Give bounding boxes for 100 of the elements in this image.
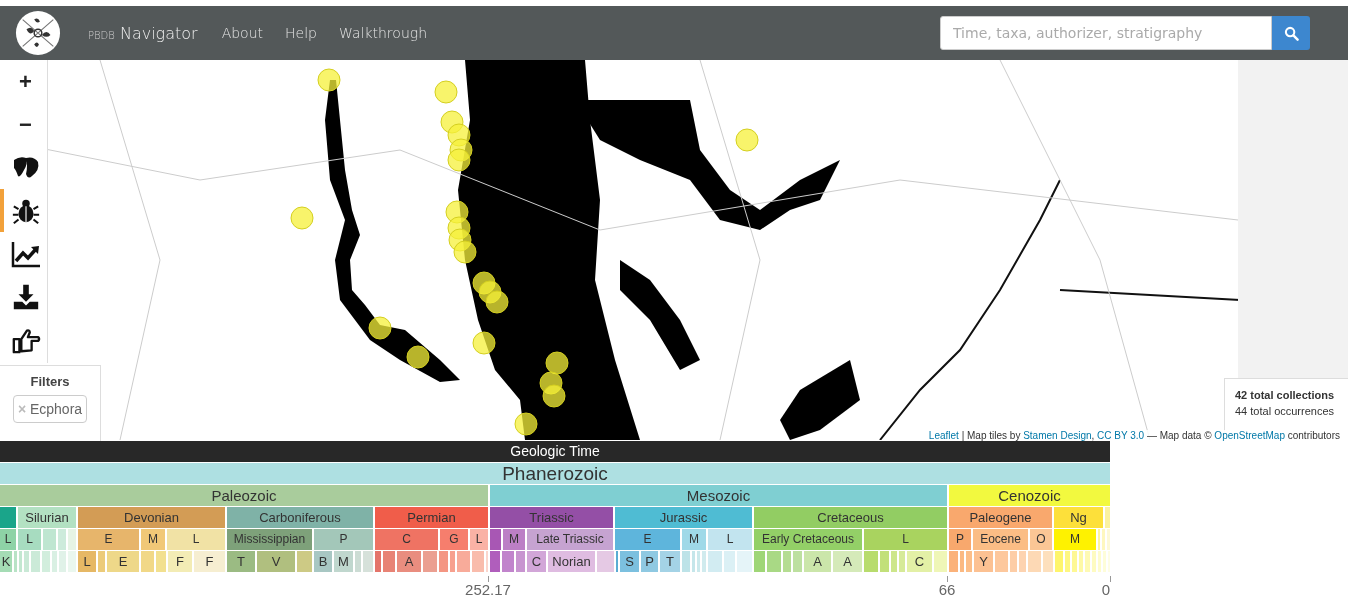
time-interval[interactable]: A [833,551,862,572]
time-interval[interactable]: Silurian [18,507,76,528]
time-interval[interactable]: F [194,551,225,572]
time-interval[interactable]: Early Cretaceous [754,529,862,550]
time-interval[interactable] [708,551,722,572]
filter-chip[interactable]: × Ecphora [12,395,88,423]
time-interval[interactable] [682,551,690,572]
collection-marker[interactable] [514,412,538,436]
time-interval[interactable] [1043,551,1053,572]
time-interval[interactable] [737,551,752,572]
time-interval[interactable] [864,551,878,572]
collection-marker[interactable] [434,80,458,104]
time-interval[interactable] [1019,551,1026,572]
time-interval[interactable] [949,551,958,572]
time-interval[interactable] [472,551,484,572]
time-interval[interactable]: Mississippian [227,529,312,550]
time-interval[interactable]: G [440,529,468,550]
time-interval[interactable]: Ng [1054,507,1103,528]
time-interval[interactable] [59,551,66,572]
time-interval[interactable]: L [470,529,488,550]
time-interval[interactable]: Devonian [78,507,225,528]
time-interval[interactable]: Paleogene [949,507,1052,528]
time-interval[interactable]: T [660,551,680,572]
time-interval[interactable]: E [78,529,139,550]
collection-marker[interactable] [485,290,509,314]
time-interval[interactable] [1103,551,1106,572]
time-interval[interactable]: M [334,551,353,572]
time-interval[interactable] [502,551,514,572]
nav-link[interactable]: About [221,25,264,41]
time-interval[interactable]: P [641,551,658,572]
time-interval[interactable]: S [620,551,639,572]
time-interval[interactable] [43,529,56,550]
time-interval[interactable]: A [397,551,421,572]
time-interval[interactable]: T [227,551,255,572]
time-interval[interactable]: V [257,551,295,572]
time-interval[interactable]: Cretaceous [754,507,947,528]
time-interval[interactable]: L [78,551,96,572]
time-interval[interactable] [1028,551,1041,572]
time-interval[interactable]: B [314,551,332,572]
collection-marker[interactable] [453,240,477,264]
time-interval[interactable]: M [1054,529,1096,550]
time-interval[interactable]: L [864,529,947,550]
time-interval[interactable] [1010,551,1017,572]
time-interval[interactable] [724,551,735,572]
collection-marker[interactable] [545,351,569,375]
time-interval[interactable]: Carboniferous [227,507,373,528]
search-button[interactable] [1272,16,1310,50]
time-interval[interactable]: M [682,529,706,550]
time-interval[interactable] [355,551,361,572]
time-interval[interactable] [439,551,448,572]
time-interval[interactable] [793,551,802,572]
time-interval[interactable] [702,551,706,572]
collection-marker[interactable] [447,148,471,172]
time-interval[interactable] [516,551,525,572]
time-interval[interactable] [42,551,50,572]
attribution-link[interactable]: OpenStreetMap [1214,430,1285,441]
time-interval[interactable]: L [708,529,752,550]
time-interval[interactable] [490,551,500,572]
time-interval[interactable] [880,551,889,572]
time-interval[interactable] [375,551,381,572]
collection-marker[interactable] [406,345,430,369]
collection-marker[interactable] [317,68,341,92]
time-interval[interactable]: E [107,551,139,572]
time-interval[interactable] [1098,551,1101,572]
time-interval[interactable] [1105,507,1110,528]
search-field[interactable]: Time, taxa, authorizer, stratigraphy [940,16,1272,50]
time-interval[interactable] [1102,529,1105,550]
time-interval[interactable] [19,551,22,572]
time-interval[interactable]: L [0,529,16,550]
time-interval[interactable]: L [167,529,225,550]
time-interval[interactable] [52,551,57,572]
time-interval[interactable] [457,551,470,572]
time-interval[interactable]: C [907,551,932,572]
time-interval[interactable] [98,551,105,572]
time-interval[interactable]: F [168,551,192,572]
time-interval[interactable] [783,551,791,572]
time-interval[interactable] [995,551,1008,572]
time-interval[interactable] [68,529,76,550]
time-interval[interactable] [297,551,312,572]
time-interval[interactable]: C [375,529,438,550]
collection-marker[interactable] [542,384,566,408]
time-interval[interactable]: Cenozoic [949,485,1110,506]
time-interval[interactable] [1072,551,1077,572]
time-interval[interactable] [899,551,905,572]
time-interval[interactable]: M [141,529,165,550]
time-interval[interactable] [1065,551,1070,572]
app-brand-link[interactable]: PBDB Navigator [88,23,198,43]
nav-link[interactable]: Help [285,25,317,41]
time-interval[interactable]: A [804,551,831,572]
time-interval[interactable] [68,551,76,572]
time-interval[interactable]: Phanerozoic [0,463,1110,484]
time-interval[interactable] [1085,551,1090,572]
time-interval[interactable] [1079,551,1083,572]
time-interval[interactable] [490,529,501,550]
time-interval[interactable] [597,551,614,572]
time-interval[interactable] [1092,551,1096,572]
collection-marker[interactable] [472,331,496,355]
nav-link[interactable]: Walkthrough [339,25,428,41]
time-interval[interactable] [754,551,765,572]
time-interval[interactable] [966,551,972,572]
